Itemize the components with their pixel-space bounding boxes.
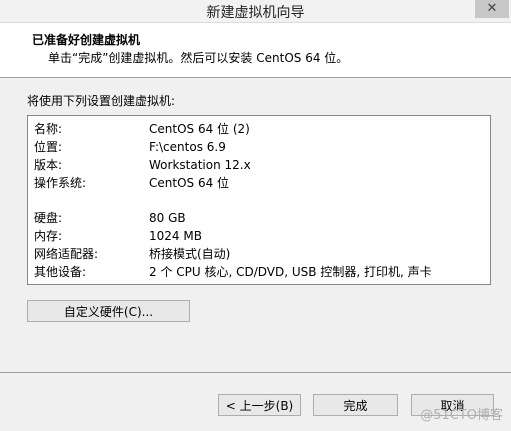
setting-value: CentOS 64 位 (149, 176, 230, 190)
setting-value: Workstation 12.x (149, 158, 251, 172)
wizard-window: 新建虚拟机向导 ✕ 已准备好创建虚拟机 单击“完成”创建虚拟机。然后可以安装 C… (0, 0, 511, 431)
title-bar: 新建虚拟机向导 ✕ (0, 0, 511, 23)
setting-label: 版本: (34, 158, 63, 172)
setting-value: CentOS 64 位 (2) (149, 122, 250, 136)
header-subtitle: 单击“完成”创建虚拟机。然后可以安装 CentOS 64 位。 (48, 51, 349, 65)
setting-value: 80 GB (149, 211, 186, 225)
footer-divider (0, 372, 511, 373)
setting-label: 硬盘: (34, 211, 63, 225)
setting-value: F:\centos 6.9 (149, 140, 226, 154)
header-title: 已准备好创建虚拟机 (32, 33, 141, 47)
setting-label: 位置: (34, 140, 63, 154)
finish-button[interactable]: 完成 (313, 394, 398, 416)
close-icon[interactable]: ✕ (475, 0, 509, 18)
customize-hardware-button[interactable]: 自定义硬件(C)... (27, 300, 190, 322)
setting-value: 桥接模式(自动) (149, 247, 231, 261)
wizard-header: 已准备好创建虚拟机 单击“完成”创建虚拟机。然后可以安装 CentOS 64 位… (0, 23, 511, 78)
setting-label: 网络适配器: (34, 247, 99, 261)
setting-value: 1024 MB (149, 229, 202, 243)
watermark: @51CTO博客 (420, 408, 503, 423)
setting-label: 其他设备: (34, 265, 87, 279)
setting-label: 操作系统: (34, 176, 87, 190)
setting-value: 2 个 CPU 核心, CD/DVD, USB 控制器, 打印机, 声卡 (149, 265, 432, 279)
settings-intro: 将使用下列设置创建虚拟机: (27, 94, 176, 108)
setting-label: 内存: (34, 229, 63, 243)
window-title: 新建虚拟机向导 (206, 5, 305, 21)
back-button[interactable]: < 上一步(B) (218, 394, 301, 416)
settings-summary: 名称: CentOS 64 位 (2) 位置: F:\centos 6.9 版本… (27, 115, 491, 285)
setting-label: 名称: (34, 122, 63, 136)
